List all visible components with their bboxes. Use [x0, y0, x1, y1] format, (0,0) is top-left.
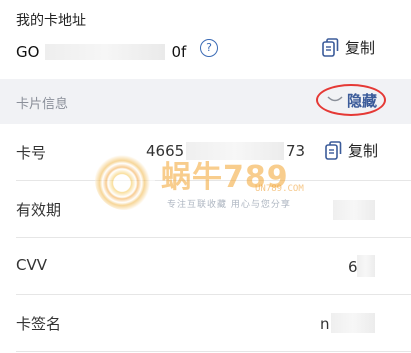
cvv-row: CVV 6 [0, 238, 411, 295]
help-icon[interactable]: ? [200, 39, 218, 57]
copy-address-button[interactable]: 复制 [322, 37, 375, 58]
card-address-suffix: 0f [171, 43, 187, 61]
signature-hint: n [320, 315, 330, 333]
copy-icon [325, 140, 342, 161]
hide-details-button[interactable]: 隐藏 [318, 84, 386, 116]
expiry-row: 有效期 [0, 181, 411, 238]
card-number-mask [186, 142, 284, 160]
card-address-section: 我的卡地址 GO 0f ? 复制 [0, 0, 411, 78]
copy-card-number-button[interactable]: 复制 [325, 140, 378, 161]
cvv-label: CVV [16, 256, 47, 274]
card-number-prefix: 4665 [146, 142, 185, 160]
card-address-title: 我的卡地址 [16, 13, 86, 29]
card-address-prefix: GO [16, 43, 40, 61]
eye-closed-icon [327, 95, 343, 105]
signature-label: 卡签名 [16, 315, 62, 333]
card-number-label: 卡号 [16, 144, 47, 162]
card-number-suffix: 73 [286, 142, 306, 160]
row-divider [16, 351, 411, 352]
signature-mask [331, 313, 375, 333]
expiry-label: 有效期 [16, 201, 62, 219]
card-address-value: GO 0f [16, 40, 186, 64]
copy-address-label: 复制 [345, 39, 376, 57]
hide-details-label: 隐藏 [346, 91, 377, 110]
card-number-row: 卡号 4665 73 复制 [0, 124, 411, 181]
expiry-mask [333, 200, 375, 220]
cvv-mask [357, 255, 375, 277]
card-address-mask [45, 44, 166, 60]
copy-icon [322, 37, 339, 58]
card-info-title: 卡片信息 [16, 97, 69, 112]
copy-card-number-label: 复制 [348, 142, 379, 160]
signature-row: 卡签名 n [0, 295, 411, 352]
